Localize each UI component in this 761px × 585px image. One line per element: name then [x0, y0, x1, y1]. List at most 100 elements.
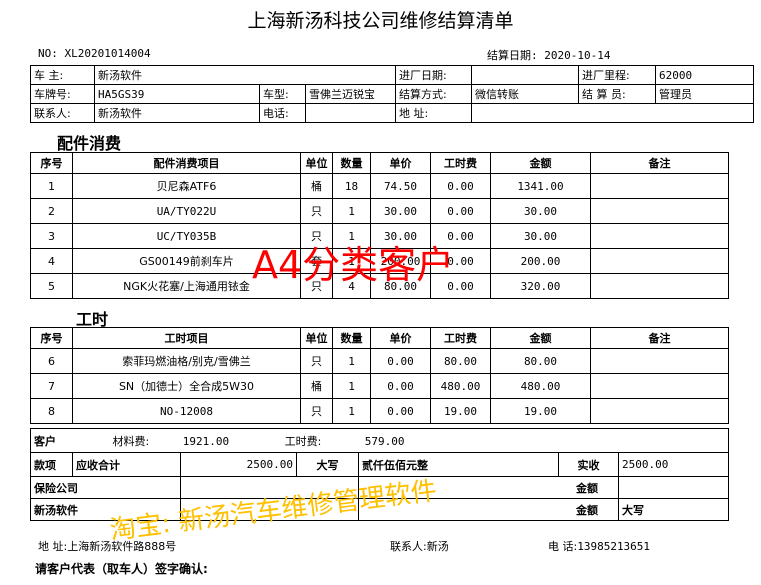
in-date-value — [471, 65, 579, 85]
phone-label: 电话: — [259, 103, 306, 123]
col-price-header: 单价 — [370, 327, 431, 349]
row-note — [590, 248, 729, 274]
row-qty: 1 — [332, 373, 371, 399]
page-title: 上海新汤科技公司维修结算清单 — [247, 10, 514, 32]
row-amount: 1341.00 — [490, 173, 591, 199]
row-item: SN（加德士）全合成5W30 — [72, 373, 301, 399]
row-no: 4 — [30, 248, 73, 274]
owner-value: 新汤软件 — [94, 65, 396, 85]
mileage-value: 62000 — [655, 65, 754, 85]
row-qty: 1 — [332, 348, 371, 374]
receivable-value: 2500.00 — [180, 452, 297, 477]
footer-phone: 电 话:13985213651 — [548, 538, 650, 554]
table-row: 1 贝尼森ATF6 桶 18 74.50 0.00 1341.00 — [30, 173, 729, 199]
received-value: 2500.00 — [617, 452, 730, 477]
row-amount: 19.00 — [490, 398, 591, 424]
row-amount: 200.00 — [490, 248, 591, 274]
red-watermark: A4分类客户 — [252, 243, 455, 287]
col-item-header: 配件消费项目 — [72, 152, 301, 174]
clerk-value: 管理员 — [655, 84, 754, 104]
col-price-header: 单价 — [370, 152, 431, 174]
row-qty: 1 — [332, 398, 371, 424]
row-no: 1 — [30, 173, 73, 199]
receivable-label: 应收合计 — [72, 452, 181, 477]
row-unit: 只 — [300, 398, 333, 424]
row-item: 索菲玛燃油格/别克/雪佛兰 — [72, 348, 301, 374]
footer-phone-label: 电 话: — [548, 540, 578, 553]
row-unit: 只 — [300, 198, 333, 224]
pay-method-label: 结算方式: — [395, 84, 472, 104]
row-labor: 0.00 — [430, 198, 491, 224]
mileage-label: 进厂里程: — [578, 65, 656, 85]
labor-header-row: 序号 工时项目 单位 数量 单价 工时费 金额 备注 — [30, 327, 729, 349]
model-label: 车型: — [259, 84, 306, 104]
payment-label: 款项 — [30, 452, 73, 477]
clerk-label: 结 算 员: — [578, 84, 656, 104]
labor-fee-value: 579.00 — [364, 434, 405, 448]
owner-label: 车 主: — [30, 65, 95, 85]
row-price: 0.00 — [370, 348, 431, 374]
row-note — [590, 223, 729, 249]
phone-value — [305, 103, 396, 123]
col-amount-header: 金额 — [490, 327, 591, 349]
insurance-label: 保险公司 — [30, 476, 181, 499]
sign-confirm: 请客户代表（取车人）签字确认: — [35, 562, 208, 576]
row-note — [590, 198, 729, 224]
address-label: 地 址: — [395, 103, 472, 123]
row-item: NO-12008 — [72, 398, 301, 424]
row-unit: 桶 — [300, 373, 333, 399]
row-note — [590, 373, 729, 399]
daxie-label: 大写 — [296, 452, 359, 477]
row-item: UA/TY022U — [72, 198, 301, 224]
row-no: 8 — [30, 398, 73, 424]
customer-label: 客户 — [30, 428, 73, 453]
row-item: 贝尼森ATF6 — [72, 173, 301, 199]
doc-number-value: XL20201014004 — [64, 47, 151, 60]
row-note — [590, 173, 729, 199]
row-no: 7 — [30, 373, 73, 399]
settle-date-label: 结算日期: — [487, 49, 538, 62]
row-no: 2 — [30, 198, 73, 224]
row-qty: 1 — [332, 198, 371, 224]
row-price: 0.00 — [370, 373, 431, 399]
row-labor: 480.00 — [430, 373, 491, 399]
plate-label: 车牌号: — [30, 84, 95, 104]
row-price: 0.00 — [370, 398, 431, 424]
footer-contact: 联系人:新汤 — [390, 538, 449, 554]
table-row: 6 索菲玛燃油格/别克/雪佛兰 只 1 0.00 80.00 80.00 — [30, 348, 729, 374]
material-label: 材料费: — [112, 434, 150, 448]
daxie-value: 贰仟伍佰元整 — [358, 452, 559, 477]
col-note-header: 备注 — [590, 152, 729, 174]
footer-contact-label: 联系人: — [390, 540, 427, 553]
doc-number-label: NO: — [38, 47, 58, 60]
insurance-amount-value — [617, 476, 730, 499]
settle-date-value: 2020-10-14 — [544, 49, 611, 62]
row-labor: 19.00 — [430, 398, 491, 424]
settle-date: 结算日期: 2020-10-14 — [487, 47, 610, 63]
received-label: 实收 — [558, 452, 619, 477]
row-note — [590, 348, 729, 374]
col-labor-header: 工时费 — [430, 327, 491, 349]
row-no: 6 — [30, 348, 73, 374]
col-unit-header: 单位 — [300, 152, 333, 174]
contact-value: 新汤软件 — [94, 103, 260, 123]
table-row: 8 NO-12008 只 1 0.00 19.00 19.00 — [30, 398, 729, 424]
table-row: 2 UA/TY022U 只 1 30.00 0.00 30.00 — [30, 198, 729, 224]
row-amount: 480.00 — [490, 373, 591, 399]
in-date-label: 进厂日期: — [395, 65, 472, 85]
table-row: 7 SN（加德士）全合成5W30 桶 1 0.00 480.00 480.00 — [30, 373, 729, 399]
row-amount: 320.00 — [490, 273, 591, 299]
row-labor: 0.00 — [430, 173, 491, 199]
model-value: 雪佛兰迈锐宝 — [305, 84, 396, 104]
row-labor: 80.00 — [430, 348, 491, 374]
row-amount: 30.00 — [490, 198, 591, 224]
row-amount: 80.00 — [490, 348, 591, 374]
col-item-header: 工时项目 — [72, 327, 301, 349]
row-qty: 18 — [332, 173, 371, 199]
row-note — [590, 273, 729, 299]
pay-method-value: 微信转账 — [471, 84, 579, 104]
footer-contact-value: 新汤 — [426, 540, 449, 553]
xintang-daxie-label: 大写 — [617, 498, 730, 521]
fee-summary-cell: 材料费: 1921.00 工时费: 579.00 — [72, 428, 730, 453]
vehicle-info-table: 车 主: 新汤软件 进厂日期: 进厂里程: 62000 车牌号: HA5GS39… — [30, 65, 754, 123]
